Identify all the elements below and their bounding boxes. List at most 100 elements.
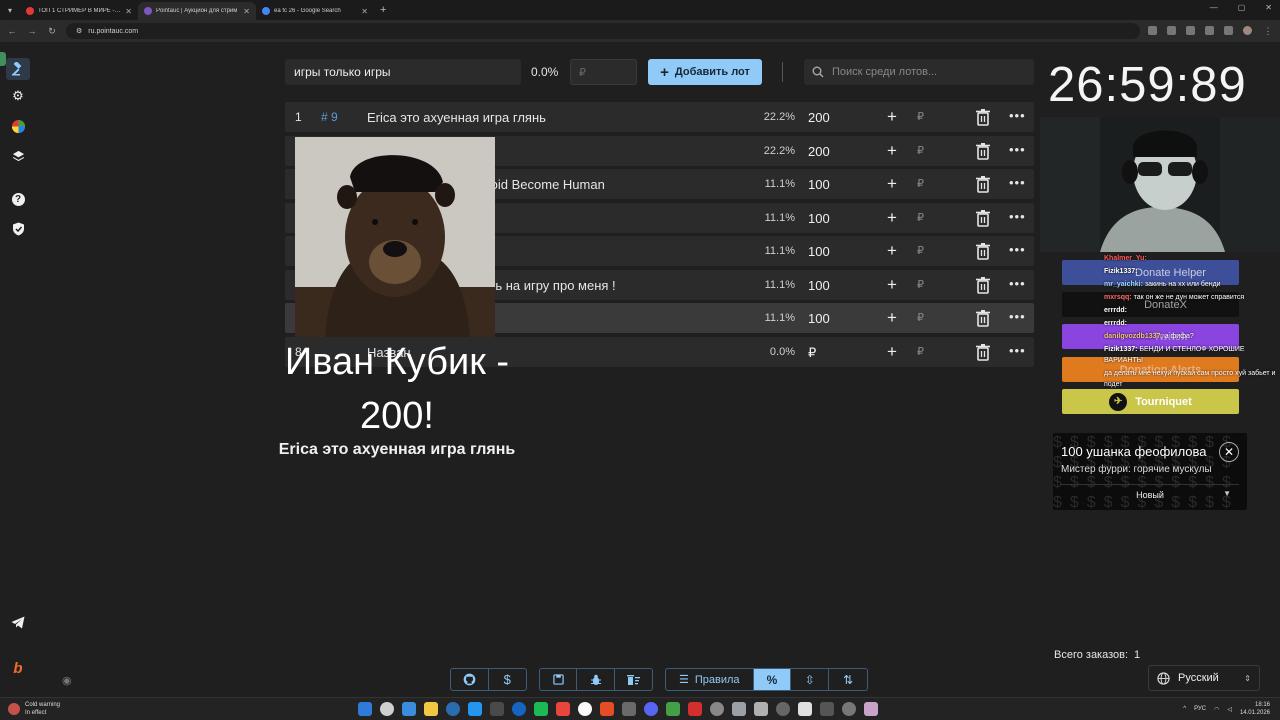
add-amount-icon[interactable]: +: [887, 308, 897, 328]
save-button[interactable]: [540, 669, 578, 690]
more-icon[interactable]: •••: [1009, 309, 1026, 324]
lot-search-input[interactable]: Поиск среди лотов...: [804, 59, 1034, 85]
wifi-icon[interactable]: ◠: [1214, 706, 1219, 713]
taskbar-app-icon[interactable]: [512, 702, 526, 716]
add-amount-icon[interactable]: +: [887, 342, 897, 362]
extension-icon[interactable]: [1205, 25, 1214, 35]
clear-lots-button[interactable]: [615, 669, 652, 690]
lot-name[interactable]: Erica это ахуенная игра глянь: [367, 110, 747, 125]
close-icon[interactable]: ✕: [1219, 442, 1239, 462]
taskbar-app-icon[interactable]: [424, 702, 438, 716]
reload-icon[interactable]: ↻: [46, 26, 58, 37]
taskbar-app-icon[interactable]: [732, 702, 746, 716]
lot-amount[interactable]: 100: [808, 211, 830, 226]
taskbar-app-icon[interactable]: [820, 702, 834, 716]
taskbar-app-icon[interactable]: [600, 702, 614, 716]
add-amount-icon[interactable]: +: [887, 241, 897, 261]
maximize-icon[interactable]: ▢: [1238, 3, 1246, 12]
add-amount-input[interactable]: ₽: [917, 345, 924, 358]
minimize-icon[interactable]: —: [1210, 3, 1218, 12]
trash-icon[interactable]: [975, 309, 991, 327]
new-tab-button[interactable]: +: [374, 4, 392, 16]
more-icon[interactable]: •••: [1009, 142, 1026, 157]
language-select[interactable]: Русский ⇕: [1148, 665, 1260, 691]
browser-tab[interactable]: ТОП 1 СТРИМЕР В МИРЕ - You ✕: [20, 2, 138, 20]
taskbar-app-icon[interactable]: [468, 702, 482, 716]
add-amount-input[interactable]: ₽: [917, 244, 924, 257]
extension-icon[interactable]: [1224, 25, 1233, 35]
back-icon[interactable]: ←: [6, 26, 18, 36]
add-lot-button[interactable]: + Добавить лот: [648, 59, 762, 85]
donate-button[interactable]: $: [489, 669, 527, 690]
taskbar-app-icon[interactable]: [358, 702, 372, 716]
sidebar-item-help[interactable]: ?: [10, 191, 26, 207]
tab-search-dropdown[interactable]: ▾: [0, 6, 20, 15]
taskbar-app-icon[interactable]: [710, 702, 724, 716]
tray-chevron-icon[interactable]: ^: [1183, 706, 1186, 712]
add-amount-input[interactable]: ₽: [917, 144, 924, 157]
sidebar-item-wheel[interactable]: [10, 118, 26, 134]
trash-icon[interactable]: [975, 175, 991, 193]
taskbar-app-icon[interactable]: [446, 702, 460, 716]
taskbar-app-icon[interactable]: [622, 702, 636, 716]
extension-icon[interactable]: [1148, 25, 1157, 35]
weather-widget[interactable]: Cold warning In effect: [8, 701, 60, 717]
sidebar-item-telegram[interactable]: [10, 614, 26, 630]
browser-menu-icon[interactable]: ⋮: [1262, 26, 1274, 37]
lot-row[interactable]: 1 # 9 Erica это ахуенная игра глянь 22.2% 20…: [285, 102, 1034, 132]
taskbar-app-icon[interactable]: [776, 702, 790, 716]
close-tab-icon[interactable]: ✕: [361, 7, 368, 16]
lot-amount[interactable]: 100: [808, 177, 830, 192]
taskbar-app-icon[interactable]: [578, 702, 592, 716]
add-amount-input[interactable]: ₽: [917, 211, 924, 224]
trash-icon[interactable]: [975, 142, 991, 160]
browser-tab-active[interactable]: Pointauc | Аукцион для стрим ✕: [138, 2, 256, 20]
more-icon[interactable]: •••: [1009, 108, 1026, 123]
forward-icon[interactable]: →: [26, 26, 38, 36]
add-amount-input[interactable]: ₽: [917, 311, 924, 324]
add-amount-input[interactable]: ₽: [917, 278, 924, 291]
lot-amount[interactable]: ₽: [808, 345, 816, 361]
rules-button[interactable]: ☰ Правила: [666, 669, 754, 690]
taskbar-app-icon[interactable]: [754, 702, 768, 716]
more-icon[interactable]: •••: [1009, 175, 1026, 190]
sidebar-item-boosty[interactable]: b: [10, 660, 26, 677]
sidebar-item-layers[interactable]: [10, 148, 26, 164]
more-icon[interactable]: •••: [1009, 343, 1026, 358]
report-bug-button[interactable]: [577, 669, 615, 690]
site-info-icon[interactable]: ⚙: [76, 27, 82, 35]
extension-icon[interactable]: [1167, 25, 1176, 35]
sidebar-item-settings[interactable]: ⚙: [10, 88, 26, 104]
sidebar-item-security[interactable]: [10, 221, 26, 237]
extension-icon[interactable]: [1243, 25, 1252, 35]
percent-toggle[interactable]: %: [753, 669, 792, 690]
new-lot-name-input[interactable]: игры только игры: [285, 59, 521, 85]
add-amount-icon[interactable]: +: [887, 107, 897, 127]
close-window-icon[interactable]: ✕: [1265, 3, 1272, 12]
add-amount-icon[interactable]: +: [887, 275, 897, 295]
close-tab-icon[interactable]: ✕: [125, 7, 132, 16]
taskbar-app-icon[interactable]: [798, 702, 812, 716]
more-icon[interactable]: •••: [1009, 242, 1026, 257]
more-icon[interactable]: •••: [1009, 276, 1026, 291]
add-amount-input[interactable]: ₽: [917, 177, 924, 190]
lot-amount[interactable]: 100: [808, 244, 830, 259]
tray-lang[interactable]: РУС: [1194, 706, 1206, 712]
tourniquet-button[interactable]: ✈ Tourniquet: [1062, 389, 1239, 414]
taskbar-app-icon[interactable]: [490, 702, 504, 716]
taskbar-app-icon[interactable]: [534, 702, 548, 716]
add-amount-icon[interactable]: +: [887, 141, 897, 161]
extension-icon[interactable]: [1186, 25, 1195, 35]
trash-icon[interactable]: [975, 343, 991, 361]
taskbar-app-icon[interactable]: [556, 702, 570, 716]
add-amount-icon[interactable]: +: [887, 208, 897, 228]
eye-icon[interactable]: ◉: [62, 674, 72, 687]
trash-icon[interactable]: [975, 276, 991, 294]
github-button[interactable]: [451, 669, 489, 690]
trash-icon[interactable]: [975, 209, 991, 227]
more-icon[interactable]: •••: [1009, 209, 1026, 224]
trash-icon[interactable]: [975, 108, 991, 126]
close-tab-icon[interactable]: ✕: [243, 7, 250, 16]
taskbar-app-icon[interactable]: [864, 702, 878, 716]
taskbar-app-icon[interactable]: [688, 702, 702, 716]
